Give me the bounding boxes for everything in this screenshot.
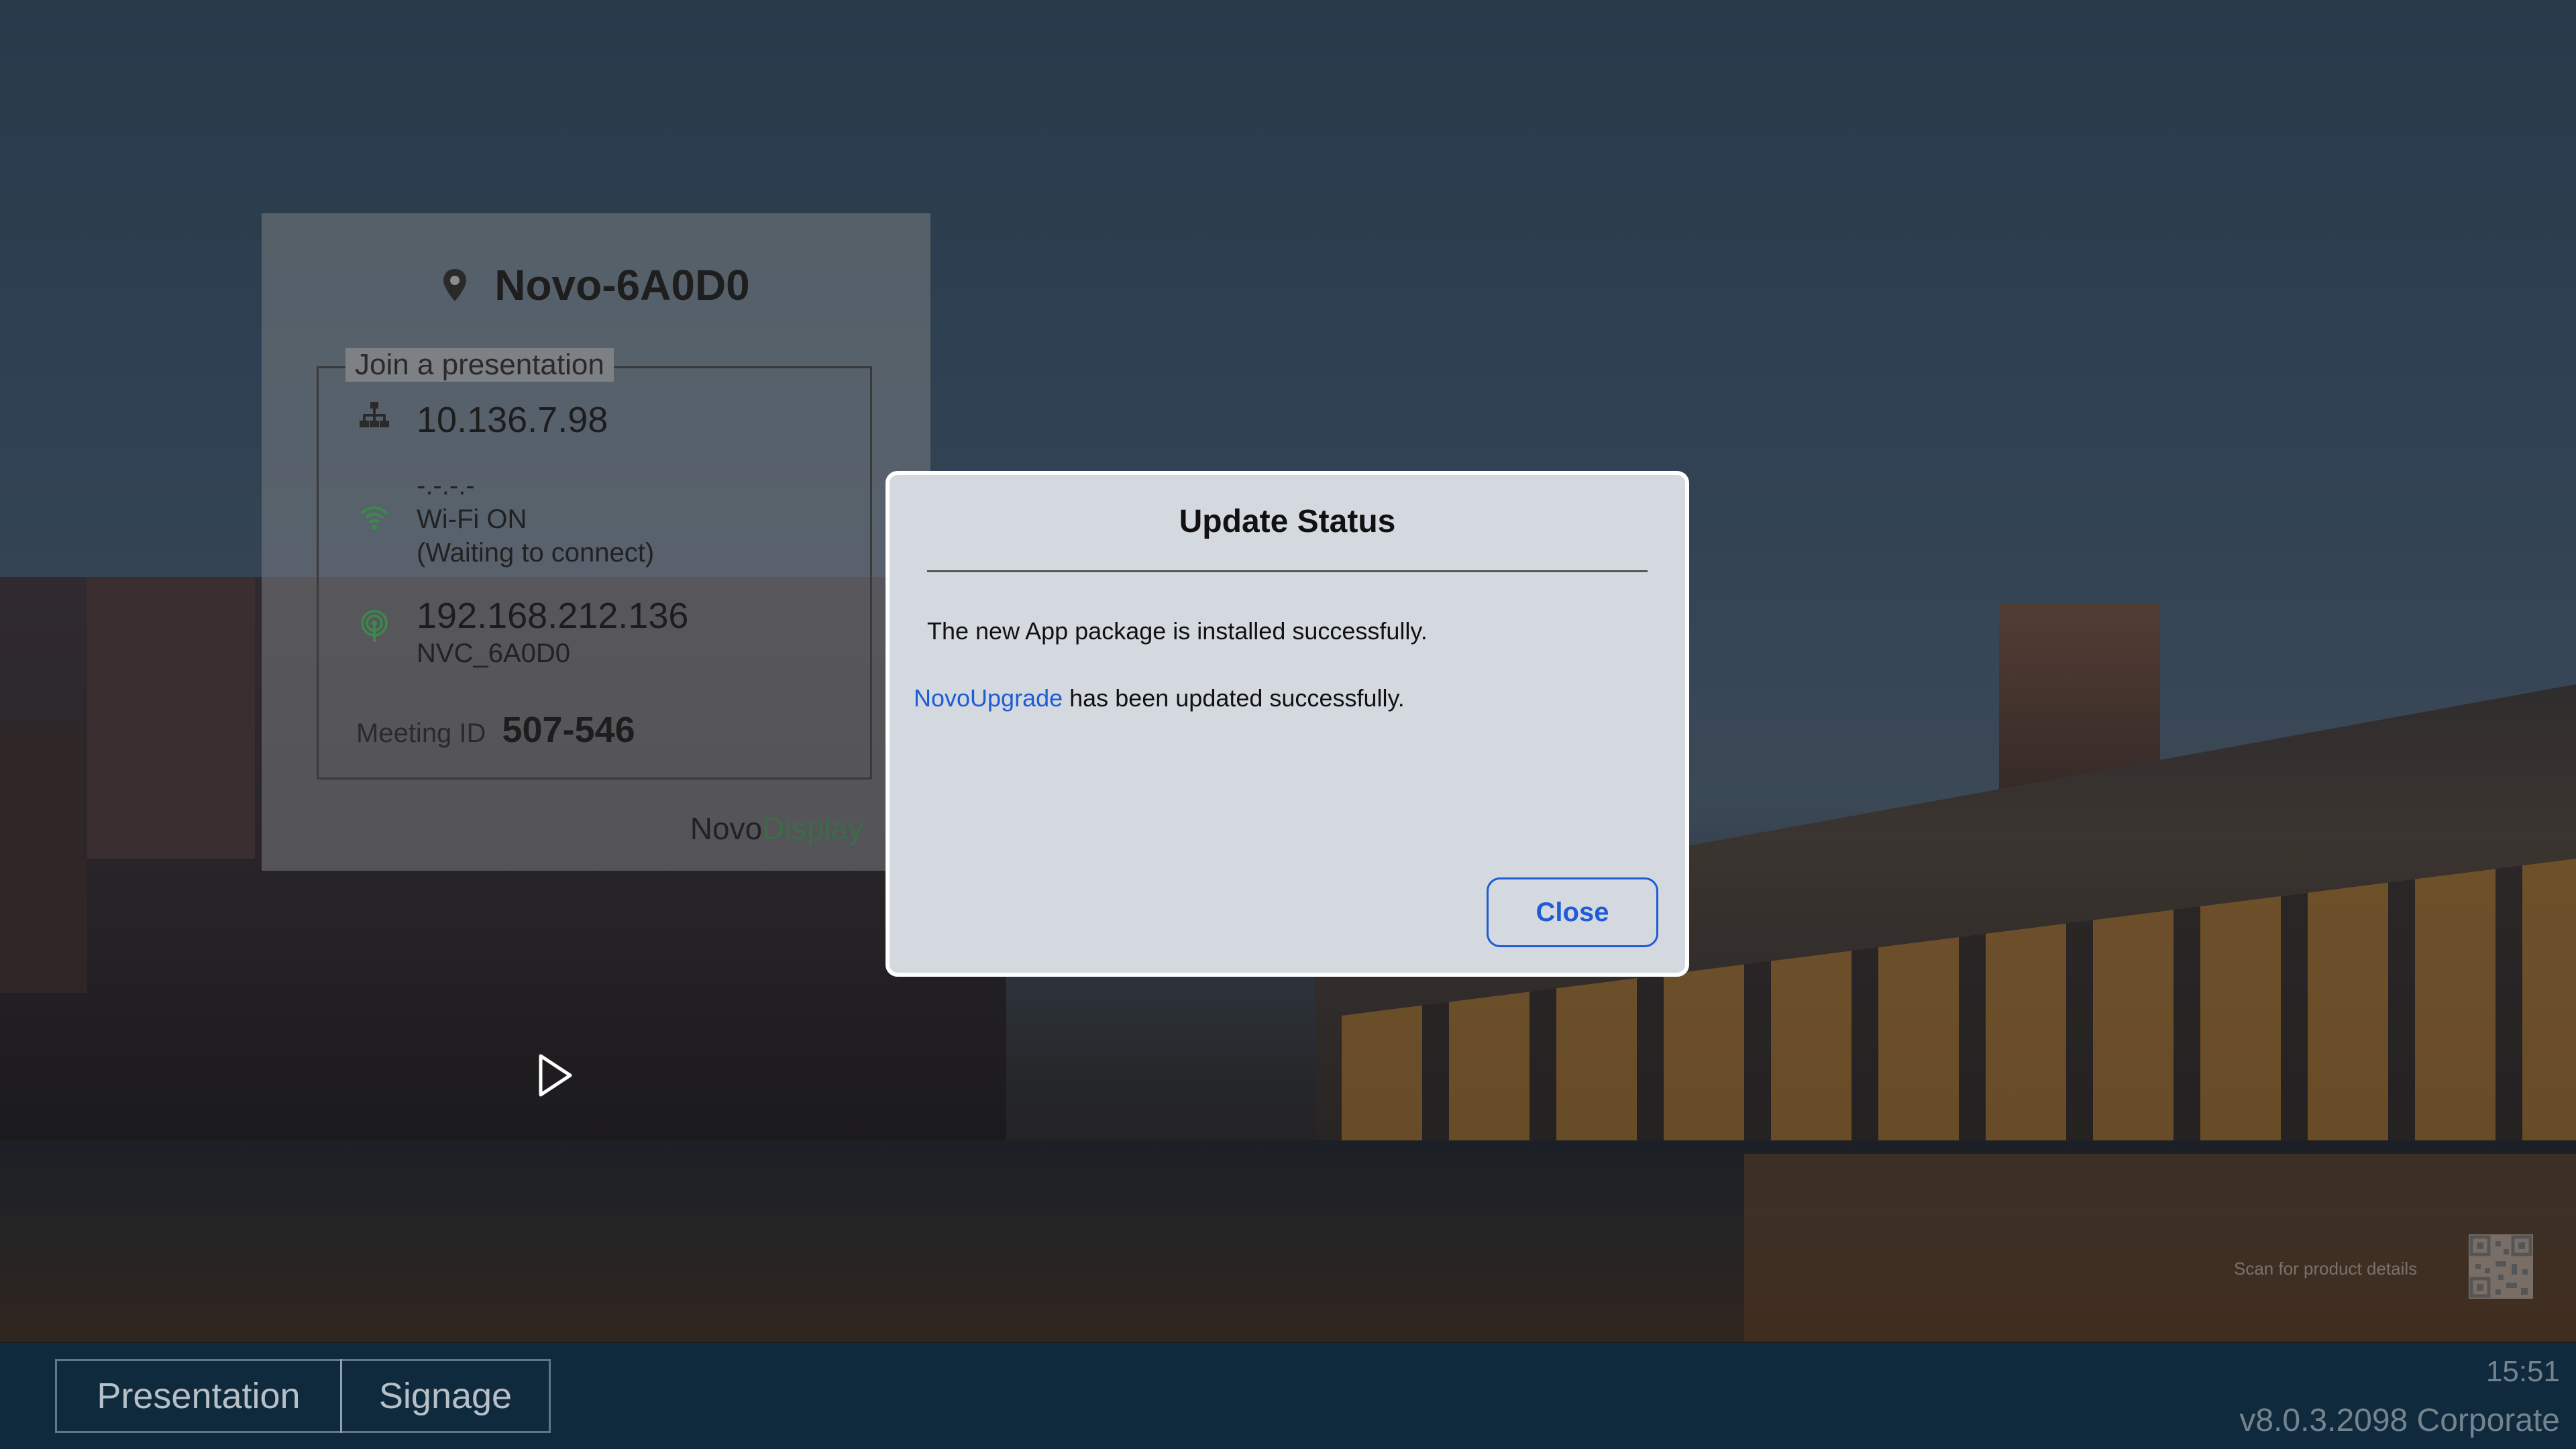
dialog-title: Update Status	[1179, 504, 1396, 539]
novodisplay-logo: NovoDisplay	[690, 810, 863, 847]
hotspot-ssid: NVC_6A0D0	[417, 639, 571, 668]
hotspot-row: 192.168.212.136 NVC_6A0D0	[359, 595, 688, 670]
clock: 15:51	[2485, 1355, 2560, 1388]
wifi-row: -.-.-.- Wi-Fi ON (Waiting to connect)	[359, 469, 654, 570]
version-label: v8.0.3.2098 Corporate	[2239, 1403, 2560, 1438]
wifi-substatus: (Waiting to connect)	[417, 538, 655, 568]
wifi-ip-address: -.-.-.-	[417, 471, 475, 500]
hotspot-ip-address: 192.168.212.136	[417, 596, 689, 636]
wifi-status: Wi-Fi ON	[417, 504, 527, 534]
close-button[interactable]: Close	[1487, 877, 1658, 947]
screen: Novo-6A0D0 Join a presentation 10.136.7.…	[0, 0, 2576, 1449]
join-presentation-legend: Join a presentation	[345, 348, 614, 382]
lan-row: 10.136.7.98	[359, 399, 608, 441]
novoupgrade-link[interactable]: NovoUpgrade	[914, 684, 1063, 712]
hotspot-icon	[359, 610, 390, 642]
device-name-row: Novo-6A0D0	[262, 260, 930, 310]
wifi-icon	[359, 502, 390, 533]
tab-presentation[interactable]: Presentation	[55, 1359, 342, 1433]
brand-part-display: Display	[762, 811, 863, 846]
meeting-id-row: Meeting ID 507-546	[356, 709, 635, 751]
cursor-pointer-icon	[535, 1053, 576, 1097]
qr-code-icon	[2469, 1234, 2533, 1299]
meeting-id-value: 507-546	[502, 710, 635, 750]
device-info-card: Novo-6A0D0 Join a presentation 10.136.7.…	[262, 213, 930, 871]
dialog-message-upgrade: NovoUpgrade has been updated successfull…	[914, 684, 1405, 712]
join-presentation-box: Join a presentation 10.136.7.98 -.-.-.- …	[317, 348, 872, 780]
dialog-message-upgrade-text: has been updated successfully.	[1063, 684, 1405, 712]
lan-ip-address: 10.136.7.98	[417, 400, 608, 440]
wifi-info: -.-.-.- Wi-Fi ON (Waiting to connect)	[417, 469, 654, 570]
lan-network-icon	[359, 399, 390, 430]
meeting-id-label: Meeting ID	[356, 718, 486, 748]
bottom-bar: Presentation Signage 15:51 v8.0.3.2098 C…	[0, 1343, 2576, 1449]
qr-label: Scan for product details	[2234, 1258, 2418, 1279]
dialog-message-package: The new App package is installed success…	[927, 617, 1428, 645]
update-status-dialog: Update Status The new App package is ins…	[885, 471, 1689, 977]
device-name: Novo-6A0D0	[494, 261, 750, 309]
location-pin-icon	[442, 268, 468, 303]
dialog-divider	[927, 570, 1648, 572]
tab-signage[interactable]: Signage	[340, 1359, 551, 1433]
brand-part-novo: Novo	[690, 811, 763, 846]
hotspot-info: 192.168.212.136 NVC_6A0D0	[417, 595, 688, 670]
